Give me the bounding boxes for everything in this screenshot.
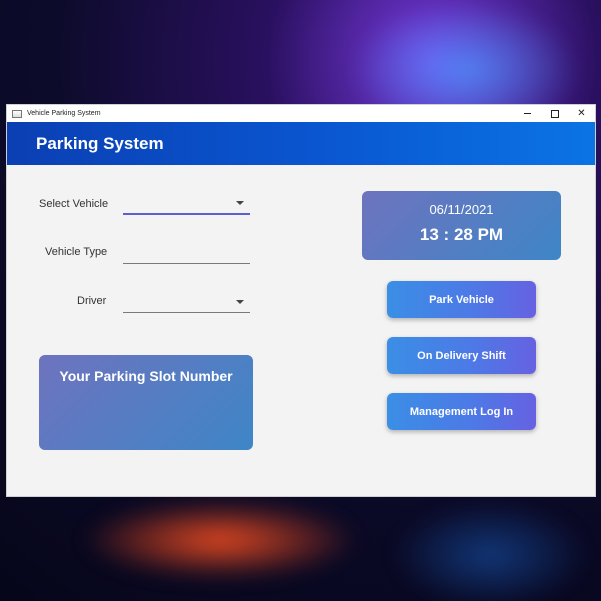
datetime-card: 06/11/2021 13 : 28 PM <box>362 191 561 260</box>
page-title: Parking System <box>36 133 164 153</box>
driver-dropdown[interactable] <box>123 294 250 313</box>
window-title: Vehicle Parking System <box>27 110 101 117</box>
select-vehicle-dropdown[interactable] <box>123 195 250 215</box>
main-content: Select Vehicle Vehicle Type Driver Your … <box>7 165 595 496</box>
vehicle-type-label: Vehicle Type <box>45 246 108 258</box>
chevron-down-icon <box>236 300 244 304</box>
minimize-icon <box>524 113 531 114</box>
background-glow-orange <box>80 500 360 580</box>
desktop-background: Vehicle Parking System ✕ Parking System … <box>0 0 601 601</box>
parking-slot-title: Your Parking Slot Number <box>59 368 233 384</box>
driver-label: Driver <box>77 295 107 307</box>
select-vehicle-label: Select Vehicle <box>39 198 109 210</box>
vehicle-type-field[interactable] <box>123 245 250 264</box>
app-icon <box>12 109 22 118</box>
close-icon: ✕ <box>577 108 586 119</box>
minimize-button[interactable] <box>514 105 541 122</box>
close-button[interactable]: ✕ <box>568 105 595 122</box>
app-window: Vehicle Parking System ✕ Parking System … <box>7 105 595 496</box>
chevron-down-icon <box>236 201 244 205</box>
background-glow-dark-blue <box>390 500 590 601</box>
current-time: 13 : 28 PM <box>419 225 504 244</box>
management-login-button[interactable]: Management Log In <box>387 393 536 430</box>
park-vehicle-button[interactable]: Park Vehicle <box>387 281 536 318</box>
maximize-icon <box>550 109 559 118</box>
maximize-button[interactable] <box>541 105 568 122</box>
parking-slot-card: Your Parking Slot Number <box>39 355 253 450</box>
current-date: 06/11/2021 <box>429 202 494 217</box>
app-header: Parking System <box>7 122 595 165</box>
window-titlebar[interactable]: Vehicle Parking System ✕ <box>7 105 595 122</box>
on-delivery-shift-button[interactable]: On Delivery Shift <box>387 337 536 374</box>
window-controls: ✕ <box>514 105 595 122</box>
